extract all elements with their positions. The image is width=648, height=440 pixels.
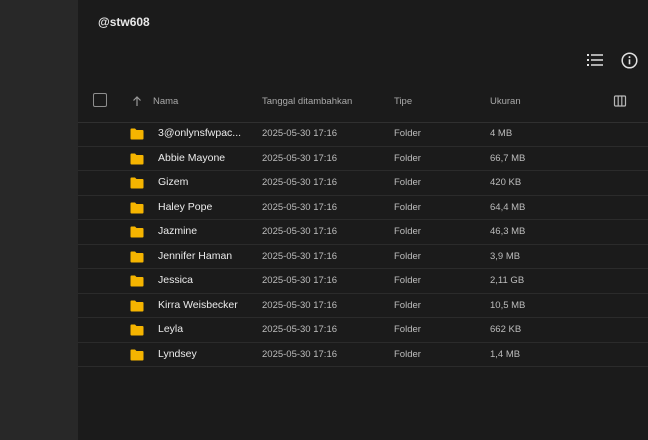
file-date-added: 2025-05-30 17:16: [262, 348, 338, 360]
file-name: Haley Pope: [158, 200, 213, 213]
file-type: Folder: [394, 201, 421, 213]
table-row[interactable]: Lyndsey 2025-05-30 17:16 Folder 1,4 MB: [78, 343, 648, 367]
info-button[interactable]: [619, 50, 639, 70]
file-size: 3,9 MB: [490, 250, 521, 262]
file-name: Jazmine: [158, 225, 198, 237]
page-title: @stw608: [98, 15, 150, 29]
file-name: Jessica: [158, 274, 194, 286]
file-type: Folder: [394, 324, 421, 335]
table-row[interactable]: Kirra Weisbecker 2025-05-30 17:16 Folder 10…: [78, 294, 648, 318]
file-date-added: 2025-05-30 17:16: [262, 177, 338, 188]
select-all-checkbox[interactable]: [93, 93, 107, 107]
file-type: Folder: [394, 177, 421, 188]
table-row[interactable]: 3@onlynsfwpac... 2025-05-30 17:16 Folder 4 …: [78, 122, 648, 147]
main-panel: @stw608 Nama Tanggal ditambahkan Tipe Uk…: [78, 0, 648, 440]
column-header-date-added[interactable]: Tanggal ditambahkan: [262, 96, 352, 107]
file-name: 3@onlynsfwpac...: [158, 127, 242, 139]
file-size: 64,4 MB: [490, 201, 526, 213]
file-date-added: 2025-05-30 17:16: [262, 324, 338, 335]
file-type: Folder: [394, 275, 421, 286]
file-date-added: 2025-05-30 17:16: [262, 275, 338, 286]
file-type: Folder: [394, 152, 421, 164]
file-date-added: 2025-05-30 17:16: [262, 226, 338, 237]
table-header: Nama Tanggal ditambahkan Tipe Ukuran: [78, 86, 648, 123]
table-row[interactable]: Haley Pope 2025-05-30 17:16 Folder 64,4 MB: [78, 196, 648, 220]
folder-icon: [130, 226, 144, 238]
folder-icon: [130, 275, 144, 287]
file-size: 46,3 MB: [490, 226, 526, 237]
file-name: Kirra Weisbecker: [158, 298, 238, 311]
file-date-added: 2025-05-30 17:16: [262, 152, 338, 164]
folder-icon: [130, 251, 144, 262]
file-size: 2,11 GB: [490, 275, 525, 286]
file-size: 66,7 MB: [490, 152, 526, 164]
file-name: Leyla: [158, 323, 184, 335]
file-name: Lyndsey: [158, 347, 197, 360]
list-view-button[interactable]: [585, 50, 605, 70]
table-row[interactable]: Jazmine 2025-05-30 17:16 Folder 46,3 MB: [78, 220, 648, 245]
table-row[interactable]: Jennifer Haman 2025-05-30 17:16 Folder 3,9 …: [78, 245, 648, 269]
sidebar: [0, 0, 78, 440]
arrow-up-icon[interactable]: [132, 95, 142, 107]
folder-icon: [130, 177, 144, 189]
file-type: Folder: [394, 128, 421, 139]
file-size: 420 KB: [490, 177, 522, 188]
file-type: Folder: [394, 250, 421, 262]
file-list: 3@onlynsfwpac... 2025-05-30 17:16 Folder 4 …: [78, 122, 648, 367]
file-type: Folder: [394, 348, 421, 360]
file-type: Folder: [394, 226, 421, 237]
file-size: 662 KB: [490, 324, 522, 335]
file-date-added: 2025-05-30 17:16: [262, 299, 338, 311]
table-row[interactable]: Leyla 2025-05-30 17:16 Folder 662 KB: [78, 318, 648, 343]
column-header-name[interactable]: Nama: [153, 96, 178, 107]
column-header-size[interactable]: Ukuran: [490, 96, 521, 107]
list-view-icon: [587, 54, 603, 66]
app-window: @stw608 Nama Tanggal ditambahkan Tipe Uk…: [0, 0, 648, 440]
file-date-added: 2025-05-30 17:16: [262, 128, 338, 139]
table-row[interactable]: Abbie Mayone 2025-05-30 17:16 Folder 66,7 M…: [78, 147, 648, 171]
table-row[interactable]: Jessica 2025-05-30 17:16 Folder 2,11 GB: [78, 269, 648, 294]
file-date-added: 2025-05-30 17:16: [262, 201, 338, 213]
folder-icon: [130, 128, 144, 140]
folder-icon: [130, 153, 144, 164]
file-size: 1,4 MB: [490, 348, 521, 360]
columns-icon[interactable]: [613, 94, 627, 108]
folder-icon: [130, 349, 144, 360]
folder-icon: [130, 324, 144, 336]
table-row[interactable]: Gizem 2025-05-30 17:16 Folder 420 KB: [78, 171, 648, 196]
folder-icon: [130, 300, 144, 311]
file-name: Gizem: [158, 176, 189, 188]
file-date-added: 2025-05-30 17:16: [262, 250, 338, 262]
file-name: Jennifer Haman: [158, 249, 233, 262]
folder-icon: [130, 202, 144, 213]
info-icon: [620, 51, 638, 69]
file-name: Abbie Mayone: [158, 151, 226, 164]
column-header-type[interactable]: Tipe: [394, 96, 412, 107]
file-size: 10,5 MB: [490, 299, 526, 311]
file-type: Folder: [394, 299, 421, 311]
file-size: 4 MB: [490, 128, 513, 139]
